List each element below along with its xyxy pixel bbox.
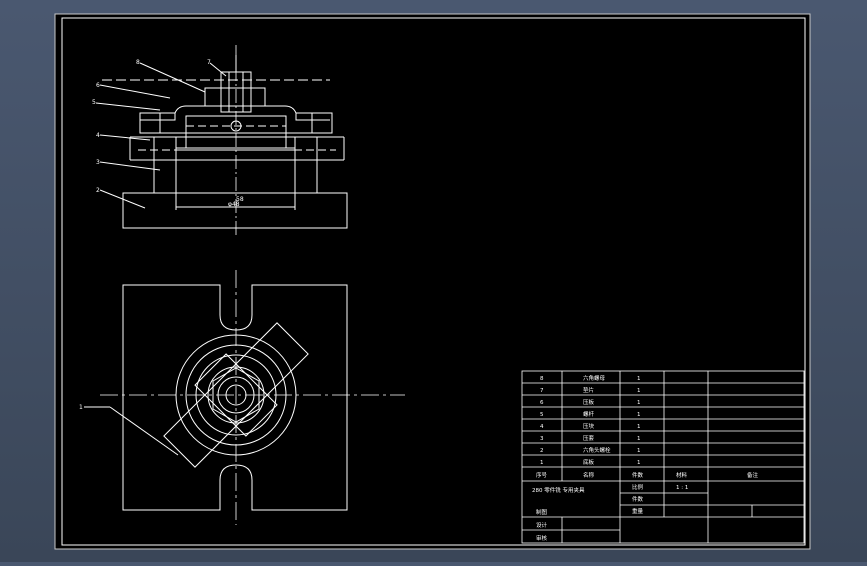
parts-cell-name: 压块 — [583, 422, 595, 430]
parts-cell-name: 压套 — [583, 434, 595, 442]
count-label: 件数 — [632, 495, 644, 503]
parts-cell-name: 底板 — [583, 458, 595, 466]
drawn-label: 制图 — [536, 508, 548, 516]
balloon-1: 1 — [79, 404, 83, 411]
parts-cell-no: 8 — [540, 376, 544, 382]
parts-cell-name: 压板 — [583, 398, 595, 406]
designed-label: 设计 — [536, 521, 548, 529]
hdr-material: 材料 — [676, 471, 688, 479]
weight-label: 重量 — [632, 507, 644, 515]
dim-bottom: φ48 — [228, 201, 240, 208]
checked-label: 审核 — [536, 534, 548, 542]
scale-label: 比例 — [632, 483, 644, 491]
parts-cell-qty: 1 — [637, 388, 641, 394]
cad-viewport[interactable]: 8 7 6 5 4 3 2 1 5 8 φ48 8 六角螺母 1 7 垫片 1 6… — [0, 0, 867, 562]
balloon-3: 3 — [96, 159, 100, 166]
parts-cell-name: 螺杆 — [583, 410, 595, 418]
parts-cell-no: 4 — [540, 424, 544, 430]
parts-cell-qty: 1 — [637, 412, 641, 418]
parts-cell-qty: 1 — [637, 448, 641, 454]
hdr-qty: 件数 — [632, 471, 644, 479]
part-title: 280 零件铣 专用夹具 — [532, 486, 585, 494]
parts-cell-no: 7 — [540, 388, 544, 394]
balloon-2: 2 — [96, 187, 100, 194]
parts-cell-no: 2 — [540, 448, 544, 454]
balloon-5: 5 — [92, 99, 96, 106]
parts-cell-no: 5 — [540, 412, 544, 418]
parts-cell-qty: 1 — [637, 460, 641, 466]
balloon-6: 6 — [96, 82, 100, 89]
hdr-remark: 备注 — [747, 471, 759, 479]
parts-cell-qty: 1 — [637, 436, 641, 442]
parts-cell-name: 六角头螺栓 — [583, 446, 611, 454]
balloon-7: 7 — [207, 59, 211, 66]
parts-cell-name: 六角螺母 — [583, 374, 606, 382]
parts-cell-qty: 1 — [637, 376, 641, 382]
parts-cell-no: 6 — [540, 400, 544, 406]
scale-value: 1 : 1 — [676, 485, 688, 491]
parts-cell-name: 垫片 — [583, 386, 594, 394]
parts-cell-no: 1 — [540, 460, 544, 466]
parts-cell-no: 3 — [540, 436, 544, 442]
parts-cell-qty: 1 — [637, 400, 641, 406]
hdr-name: 名称 — [583, 471, 595, 479]
hdr-no: 序号 — [536, 471, 548, 479]
drawing-sheet — [54, 13, 811, 550]
balloon-4: 4 — [96, 132, 100, 139]
parts-cell-qty: 1 — [637, 424, 641, 430]
balloon-8: 8 — [136, 59, 140, 66]
